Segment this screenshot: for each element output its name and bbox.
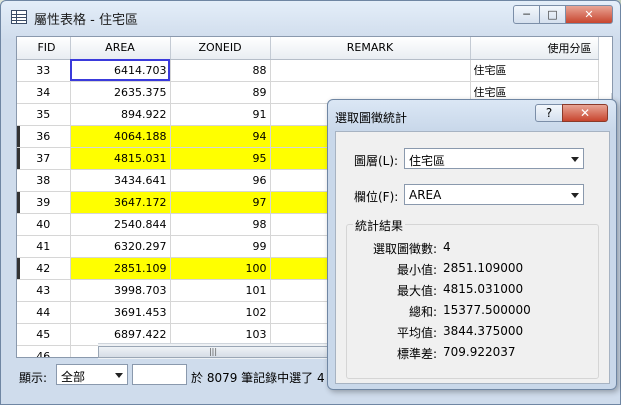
fid-cell[interactable]: 35: [17, 103, 71, 126]
area-cell[interactable]: 3434.641: [70, 169, 171, 192]
zoneid-cell[interactable]: 96: [170, 169, 271, 192]
zoneid-cell[interactable]: 95: [170, 147, 271, 170]
fid-cell[interactable]: 33: [17, 59, 71, 82]
bottom-bar: 顯示: 全部 於 8079 筆記錄中選了 4 筆: [16, 363, 356, 387]
fid-cell[interactable]: 36: [17, 125, 71, 148]
close-icon: ✕: [584, 8, 594, 21]
area-cell[interactable]: 6414.703: [70, 59, 171, 82]
stat-label: 標準差:: [396, 347, 437, 361]
area-cell[interactable]: 894.922: [70, 103, 171, 126]
help-icon: ?: [545, 106, 553, 120]
area-cell[interactable]: 4064.188: [70, 125, 171, 148]
zoneid-cell[interactable]: 88: [170, 59, 271, 82]
fid-cell[interactable]: 37: [17, 147, 71, 170]
zoneid-cell[interactable]: 91: [170, 103, 271, 126]
minimize-icon: ─: [523, 8, 530, 21]
stat-value: 4815.031000: [443, 282, 524, 296]
field-select-value: AREA: [409, 188, 442, 202]
column-header-usage-zone[interactable]: 使用分區: [470, 37, 599, 60]
fid-cell[interactable]: 40: [17, 213, 71, 236]
show-select-value: 全部: [61, 370, 86, 384]
stat-label: 選取圖徵數:: [372, 242, 437, 256]
maximize-icon: □: [547, 8, 558, 21]
fid-cell[interactable]: 45: [17, 323, 71, 346]
area-cell[interactable]: 3998.703: [70, 279, 171, 302]
statistics-group-title: 統計結果: [353, 217, 406, 234]
column-header-area[interactable]: AREA: [70, 37, 171, 60]
column-header-zoneid[interactable]: ZONEID: [170, 37, 271, 60]
field-select[interactable]: AREA: [404, 184, 584, 205]
statistics-dialog: 選取圖徵統計 ? ✕ 圖層(L): 住宅區 欄位(F): AREA 統計結果 選…: [327, 99, 617, 390]
fid-cell[interactable]: 42: [17, 257, 71, 280]
stat-label: 最小值:: [396, 263, 437, 277]
show-label: 顯示:: [19, 371, 48, 385]
remark-cell[interactable]: [270, 59, 471, 82]
fid-cell[interactable]: 38: [17, 169, 71, 192]
chevron-down-icon: [571, 193, 579, 198]
zoneid-cell[interactable]: 97: [170, 191, 271, 214]
layer-label: 圖層(L):: [354, 154, 399, 168]
statistics-group: 統計結果 選取圖徵數: 4 最小值: 2851.109000 最大值: 4815…: [346, 217, 599, 379]
area-cell[interactable]: 3691.453: [70, 301, 171, 324]
maximize-button[interactable]: □: [539, 5, 566, 24]
stat-label: 總和:: [408, 305, 437, 319]
record-count-text: 於 8079 筆記錄中選了 4 筆: [191, 371, 341, 385]
close-icon: ✕: [579, 106, 591, 120]
field-label: 欄位(F):: [354, 190, 399, 204]
dialog-body: 圖層(L): 住宅區 欄位(F): AREA 統計結果 選取圖徵數: 4 最小值…: [335, 131, 610, 384]
zoneid-cell[interactable]: 89: [170, 81, 271, 104]
header-row: FID AREA ZONEID REMARK 使用分區: [17, 37, 599, 60]
stat-value: 3844.375000: [443, 324, 524, 338]
fid-cell[interactable]: 39: [17, 191, 71, 214]
chevron-down-icon: [571, 157, 579, 162]
area-cell[interactable]: 4815.031: [70, 147, 171, 170]
fid-cell[interactable]: 46: [17, 345, 71, 357]
stat-value: 15377.500000: [443, 303, 531, 317]
area-cell[interactable]: 2635.375: [70, 81, 171, 104]
close-button[interactable]: ✕: [565, 5, 613, 24]
stat-value: 709.922037: [443, 345, 516, 359]
zoneid-cell[interactable]: 101: [170, 279, 271, 302]
horizontal-scrollbar[interactable]: |||: [98, 343, 328, 359]
column-header-remark[interactable]: REMARK: [270, 37, 471, 60]
area-cell[interactable]: 6320.297: [70, 235, 171, 258]
window-title: 屬性表格 - 住宅區: [34, 13, 138, 28]
layer-select-value: 住宅區: [409, 154, 446, 168]
stat-label: 最大值:: [396, 284, 437, 298]
table-row[interactable]: 33 6414.703 88 住宅區: [17, 59, 599, 82]
layer-select[interactable]: 住宅區: [404, 148, 584, 169]
area-cell[interactable]: 3647.172: [70, 191, 171, 214]
zoneid-cell[interactable]: 100: [170, 257, 271, 280]
fid-cell[interactable]: 41: [17, 235, 71, 258]
help-button[interactable]: ?: [535, 104, 563, 122]
horizontal-scroll-thumb[interactable]: |||: [98, 346, 328, 358]
filter-input[interactable]: [132, 364, 187, 385]
zoneid-cell[interactable]: 99: [170, 235, 271, 258]
column-header-fid[interactable]: FID: [17, 37, 71, 60]
chevron-down-icon: [115, 373, 123, 378]
fid-cell[interactable]: 34: [17, 81, 71, 104]
show-select[interactable]: 全部: [56, 364, 128, 385]
table-icon: [11, 10, 27, 24]
stat-value: 2851.109000: [443, 261, 524, 275]
zoneid-cell[interactable]: 94: [170, 125, 271, 148]
fid-cell[interactable]: 44: [17, 301, 71, 324]
area-cell[interactable]: 2540.844: [70, 213, 171, 236]
stat-label: 平均值:: [396, 326, 437, 340]
dialog-close-button[interactable]: ✕: [562, 104, 608, 122]
zoneid-cell[interactable]: 98: [170, 213, 271, 236]
zoneid-cell[interactable]: 102: [170, 301, 271, 324]
title-bar[interactable]: 屬性表格 - 住宅區 ─ □ ✕: [1, 1, 620, 33]
minimize-button[interactable]: ─: [513, 5, 540, 24]
dialog-title: 選取圖徵統計: [335, 111, 408, 125]
fid-cell[interactable]: 43: [17, 279, 71, 302]
area-cell[interactable]: 2851.109: [70, 257, 171, 280]
usage-zone-cell[interactable]: 住宅區: [470, 59, 599, 82]
zoneid-cell[interactable]: 103: [170, 323, 271, 346]
area-cell[interactable]: 6897.422: [70, 323, 171, 346]
stat-value: 4: [443, 240, 451, 254]
